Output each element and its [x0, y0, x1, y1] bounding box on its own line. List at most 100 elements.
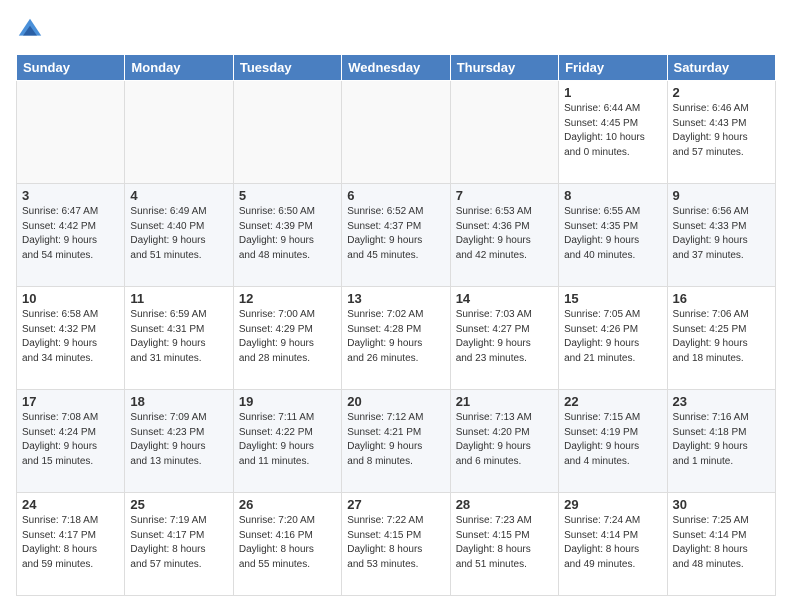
calendar-cell: 14 Sunrise: 7:03 AM Sunset: 4:27 PM Dayli… [450, 287, 558, 390]
day-info: Sunrise: 6:47 AM Sunset: 4:42 PM Dayligh… [22, 205, 119, 263]
logo [16, 16, 48, 44]
day-info: Sunrise: 6:56 AM Sunset: 4:33 PM Dayligh… [673, 205, 770, 263]
calendar-cell: 12 Sunrise: 7:00 AM Sunset: 4:29 PM Dayli… [233, 287, 341, 390]
day-number: 21 [456, 394, 553, 409]
calendar-cell: 13 Sunrise: 7:02 AM Sunset: 4:28 PM Dayli… [342, 287, 450, 390]
day-info: Sunrise: 7:13 AM Sunset: 4:20 PM Dayligh… [456, 411, 553, 469]
calendar-cell: 7 Sunrise: 6:53 AM Sunset: 4:36 PM Daylig… [450, 184, 558, 287]
calendar-cell: 22 Sunrise: 7:15 AM Sunset: 4:19 PM Dayli… [559, 390, 667, 493]
day-info: Sunrise: 6:53 AM Sunset: 4:36 PM Dayligh… [456, 205, 553, 263]
calendar-cell: 16 Sunrise: 7:06 AM Sunset: 4:25 PM Dayli… [667, 287, 775, 390]
day-info: Sunrise: 7:02 AM Sunset: 4:28 PM Dayligh… [347, 308, 444, 366]
day-number: 4 [130, 188, 227, 203]
day-number: 14 [456, 291, 553, 306]
calendar-cell: 11 Sunrise: 6:59 AM Sunset: 4:31 PM Dayli… [125, 287, 233, 390]
calendar-cell: 17 Sunrise: 7:08 AM Sunset: 4:24 PM Dayli… [17, 390, 125, 493]
day-number: 11 [130, 291, 227, 306]
day-info: Sunrise: 7:18 AM Sunset: 4:17 PM Dayligh… [22, 514, 119, 572]
day-info: Sunrise: 7:16 AM Sunset: 4:18 PM Dayligh… [673, 411, 770, 469]
calendar-cell: 21 Sunrise: 7:13 AM Sunset: 4:20 PM Dayli… [450, 390, 558, 493]
day-info: Sunrise: 7:24 AM Sunset: 4:14 PM Dayligh… [564, 514, 661, 572]
header [16, 16, 776, 44]
day-info: Sunrise: 7:06 AM Sunset: 4:25 PM Dayligh… [673, 308, 770, 366]
day-info: Sunrise: 6:44 AM Sunset: 4:45 PM Dayligh… [564, 102, 661, 160]
day-info: Sunrise: 7:08 AM Sunset: 4:24 PM Dayligh… [22, 411, 119, 469]
calendar-table: SundayMondayTuesdayWednesdayThursdayFrid… [16, 54, 776, 596]
day-number: 18 [130, 394, 227, 409]
calendar-cell: 3 Sunrise: 6:47 AM Sunset: 4:42 PM Daylig… [17, 184, 125, 287]
day-info: Sunrise: 7:15 AM Sunset: 4:19 PM Dayligh… [564, 411, 661, 469]
day-number: 27 [347, 497, 444, 512]
calendar-cell: 30 Sunrise: 7:25 AM Sunset: 4:14 PM Dayli… [667, 493, 775, 596]
calendar-cell: 4Sunrise: 6:49 AM Sunset: 4:40 PM Daylig… [125, 184, 233, 287]
day-number: 17 [22, 394, 119, 409]
calendar-cell: 6 Sunrise: 6:52 AM Sunset: 4:37 PM Daylig… [342, 184, 450, 287]
day-info: Sunrise: 6:55 AM Sunset: 4:35 PM Dayligh… [564, 205, 661, 263]
day-number: 23 [673, 394, 770, 409]
day-number: 20 [347, 394, 444, 409]
day-number: 1 [564, 85, 661, 100]
day-number: 6 [347, 188, 444, 203]
calendar-cell: 19 Sunrise: 7:11 AM Sunset: 4:22 PM Dayli… [233, 390, 341, 493]
weekday-header: Monday [125, 55, 233, 81]
day-info: Sunrise: 7:00 AM Sunset: 4:29 PM Dayligh… [239, 308, 336, 366]
day-number: 22 [564, 394, 661, 409]
day-info: Sunrise: 6:58 AM Sunset: 4:32 PM Dayligh… [22, 308, 119, 366]
calendar-cell: 29 Sunrise: 7:24 AM Sunset: 4:14 PM Dayli… [559, 493, 667, 596]
day-number: 24 [22, 497, 119, 512]
day-number: 8 [564, 188, 661, 203]
day-info: Sunrise: 7:11 AM Sunset: 4:22 PM Dayligh… [239, 411, 336, 469]
calendar-cell: 27Sunrise: 7:22 AM Sunset: 4:15 PM Dayli… [342, 493, 450, 596]
day-info: Sunrise: 7:09 AM Sunset: 4:23 PM Dayligh… [130, 411, 227, 469]
calendar-cell: 26 Sunrise: 7:20 AM Sunset: 4:16 PM Dayli… [233, 493, 341, 596]
day-number: 16 [673, 291, 770, 306]
day-number: 13 [347, 291, 444, 306]
calendar-cell [450, 81, 558, 184]
day-number: 26 [239, 497, 336, 512]
calendar-cell: 24 Sunrise: 7:18 AM Sunset: 4:17 PM Dayli… [17, 493, 125, 596]
day-info: Sunrise: 6:59 AM Sunset: 4:31 PM Dayligh… [130, 308, 227, 366]
day-number: 19 [239, 394, 336, 409]
calendar-cell: 15Sunrise: 7:05 AM Sunset: 4:26 PM Dayli… [559, 287, 667, 390]
calendar-cell: 28Sunrise: 7:23 AM Sunset: 4:15 PM Dayli… [450, 493, 558, 596]
day-number: 5 [239, 188, 336, 203]
calendar-cell [125, 81, 233, 184]
day-number: 2 [673, 85, 770, 100]
calendar-cell: 8 Sunrise: 6:55 AM Sunset: 4:35 PM Daylig… [559, 184, 667, 287]
day-number: 29 [564, 497, 661, 512]
day-number: 12 [239, 291, 336, 306]
day-info: Sunrise: 7:20 AM Sunset: 4:16 PM Dayligh… [239, 514, 336, 572]
weekday-header: Friday [559, 55, 667, 81]
day-number: 9 [673, 188, 770, 203]
day-info: Sunrise: 6:50 AM Sunset: 4:39 PM Dayligh… [239, 205, 336, 263]
calendar-cell: 2Sunrise: 6:46 AM Sunset: 4:43 PM Daylig… [667, 81, 775, 184]
day-number: 10 [22, 291, 119, 306]
day-info: Sunrise: 6:52 AM Sunset: 4:37 PM Dayligh… [347, 205, 444, 263]
page: SundayMondayTuesdayWednesdayThursdayFrid… [0, 0, 792, 612]
day-info: Sunrise: 7:19 AM Sunset: 4:17 PM Dayligh… [130, 514, 227, 572]
calendar-week-row: 3 Sunrise: 6:47 AM Sunset: 4:42 PM Daylig… [17, 184, 776, 287]
day-number: 30 [673, 497, 770, 512]
day-info: Sunrise: 7:12 AM Sunset: 4:21 PM Dayligh… [347, 411, 444, 469]
calendar-cell: 10 Sunrise: 6:58 AM Sunset: 4:32 PM Dayli… [17, 287, 125, 390]
calendar-cell: 23 Sunrise: 7:16 AM Sunset: 4:18 PM Dayli… [667, 390, 775, 493]
day-number: 3 [22, 188, 119, 203]
day-info: Sunrise: 7:25 AM Sunset: 4:14 PM Dayligh… [673, 514, 770, 572]
calendar-cell [17, 81, 125, 184]
calendar-week-row: 24 Sunrise: 7:18 AM Sunset: 4:17 PM Dayli… [17, 493, 776, 596]
calendar-week-row: 1 Sunrise: 6:44 AM Sunset: 4:45 PM Daylig… [17, 81, 776, 184]
day-info: Sunrise: 7:05 AM Sunset: 4:26 PM Dayligh… [564, 308, 661, 366]
day-info: Sunrise: 7:03 AM Sunset: 4:27 PM Dayligh… [456, 308, 553, 366]
calendar-cell: 9 Sunrise: 6:56 AM Sunset: 4:33 PM Daylig… [667, 184, 775, 287]
calendar-cell: 18 Sunrise: 7:09 AM Sunset: 4:23 PM Dayli… [125, 390, 233, 493]
weekday-header: Tuesday [233, 55, 341, 81]
weekday-header: Thursday [450, 55, 558, 81]
calendar-cell: 20 Sunrise: 7:12 AM Sunset: 4:21 PM Dayli… [342, 390, 450, 493]
calendar-cell [233, 81, 341, 184]
calendar-cell: 1 Sunrise: 6:44 AM Sunset: 4:45 PM Daylig… [559, 81, 667, 184]
logo-icon [16, 16, 44, 44]
day-info: Sunrise: 7:23 AM Sunset: 4:15 PM Dayligh… [456, 514, 553, 572]
weekday-header: Saturday [667, 55, 775, 81]
day-number: 7 [456, 188, 553, 203]
weekday-header: Wednesday [342, 55, 450, 81]
